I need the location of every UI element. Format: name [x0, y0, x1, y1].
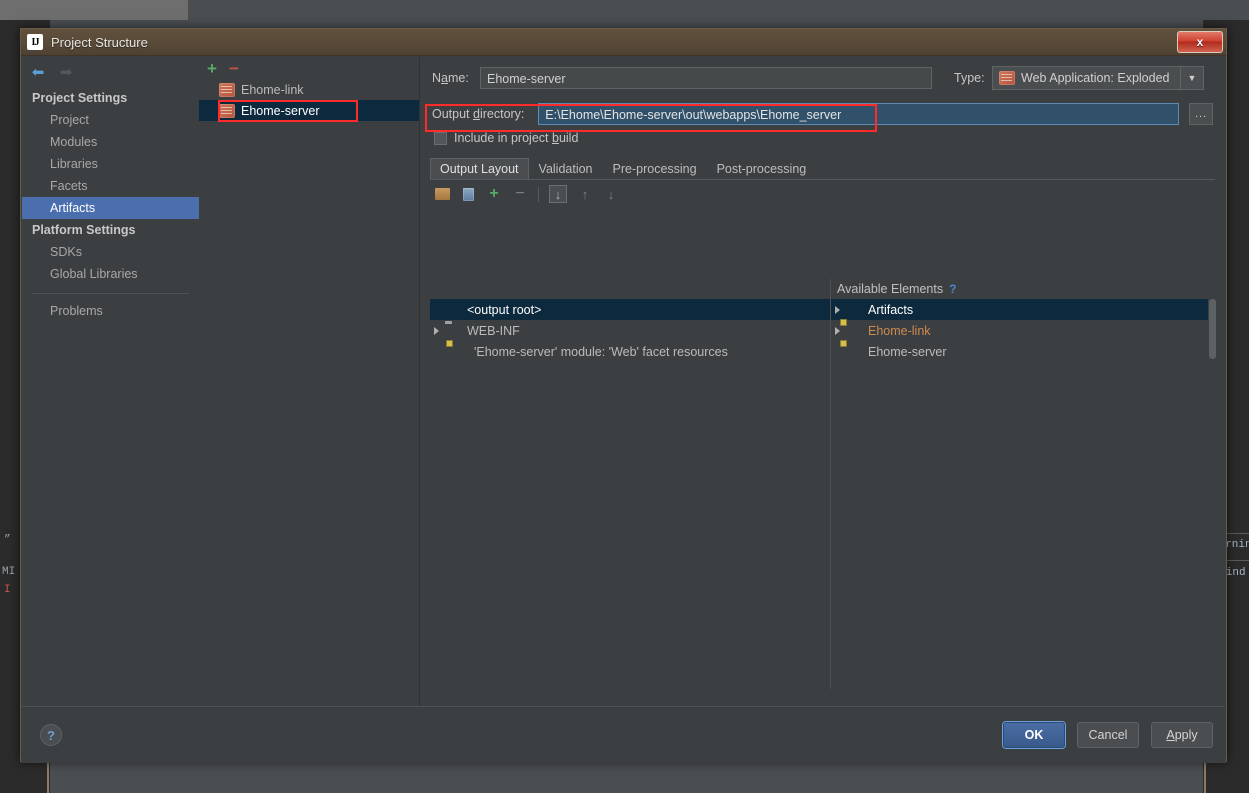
chevron-right-icon[interactable]	[835, 326, 840, 335]
dialog-titlebar[interactable]: IJ Project Structure x	[21, 29, 1226, 56]
available-elements-title: Available Elements	[837, 282, 944, 296]
background-toolbar	[0, 0, 188, 20]
war-artifact-icon	[999, 71, 1015, 85]
output-tree-label: WEB-INF	[467, 323, 520, 338]
tab-post-processing[interactable]: Post-processing	[707, 158, 817, 179]
add-element-icon[interactable]: +	[486, 185, 502, 202]
output-layout-toolbar: + − ↓ ↑ ↓	[430, 182, 1215, 206]
output-directory-row: Output directory: E:\Ehome\Ehome-server\…	[420, 101, 1225, 127]
artifact-name-input[interactable]: Ehome-server	[480, 67, 932, 89]
artifacts-list-panel: + − Ehome-link Ehome-server	[199, 57, 420, 735]
war-artifact-icon	[219, 82, 235, 97]
background-left-line-1: MI	[2, 566, 16, 578]
tab-validation[interactable]: Validation	[529, 158, 603, 179]
artifact-detail-pane: Name: Ehome-server Type: Web Application…	[420, 57, 1225, 735]
arrow-right-icon[interactable]: ➡	[58, 64, 74, 80]
output-directory-input[interactable]: E:\Ehome\Ehome-server\out\webapps\Ehome_…	[538, 103, 1180, 125]
artifact-tabs: Output Layout Validation Pre-processing …	[430, 157, 1215, 180]
cancel-button[interactable]: Cancel	[1077, 722, 1139, 748]
available-row-label: Ehome-server	[868, 344, 947, 359]
remove-artifact-button[interactable]: −	[229, 60, 239, 77]
remove-element-icon[interactable]: −	[512, 185, 528, 202]
output-tree-label: <output root>	[467, 302, 542, 317]
available-row-label: Ehome-link	[868, 323, 931, 338]
dialog-footer: ? OK Cancel Apply	[22, 706, 1225, 763]
close-icon[interactable]: x	[1177, 31, 1223, 53]
sidebar-item-global-libraries[interactable]: Global Libraries	[22, 263, 199, 285]
output-tree-header-spacer	[430, 279, 830, 299]
ok-button[interactable]: OK	[1003, 722, 1065, 748]
apply-button[interactable]: Apply	[1151, 722, 1213, 748]
artifact-type-value: Web Application: Exploded	[1021, 71, 1170, 85]
output-tree-label: 'Ehome-server' module: 'Web' facet resou…	[474, 344, 728, 359]
available-elements-header: Available Elements ?	[831, 279, 1217, 299]
available-row-ehome-link[interactable]: Ehome-link	[831, 320, 1217, 341]
sidebar-item-libraries[interactable]: Libraries	[22, 153, 199, 175]
add-directory-icon[interactable]	[434, 186, 450, 202]
war-artifact-icon	[219, 103, 235, 118]
scrollbar-thumb[interactable]	[1209, 299, 1216, 359]
sidebar-divider	[32, 293, 189, 294]
project-structure-dialog: IJ Project Structure x ⬅ ➡ Project Setti…	[20, 28, 1227, 763]
tab-output-layout[interactable]: Output Layout	[430, 158, 529, 179]
artifact-list-item-ehome-server[interactable]: Ehome-server	[199, 100, 419, 121]
sidebar-group-platform-settings: Platform Settings	[32, 223, 136, 237]
help-button[interactable]: ?	[40, 724, 62, 746]
artifact-item-label: Ehome-link	[241, 82, 304, 97]
dialog-body: ⬅ ➡ Project Settings Project Modules Lib…	[21, 56, 1226, 763]
background-left-line-0: ”	[4, 534, 11, 546]
available-elements-panel: Available Elements ? Artifacts Ehome-lin…	[831, 279, 1217, 689]
available-row-ehome-server[interactable]: Ehome-server	[831, 341, 1217, 362]
settings-sidebar: ⬅ ➡ Project Settings Project Modules Lib…	[22, 57, 200, 735]
output-layout-tree: <output root> WEB-INF 'Ehome-server' mod…	[430, 279, 831, 689]
move-down-icon[interactable]: ↓	[603, 186, 619, 202]
artifact-list-item-ehome-link[interactable]: Ehome-link	[199, 79, 419, 100]
name-label: Name:	[432, 71, 469, 85]
artifacts-toolbar: + −	[199, 57, 419, 79]
chevron-down-icon[interactable]: ▼	[1180, 67, 1203, 89]
output-directory-label: Output directory:	[432, 107, 525, 121]
available-row-label: Artifacts	[868, 302, 914, 317]
sidebar-item-facets[interactable]: Facets	[22, 175, 199, 197]
tab-pre-processing[interactable]: Pre-processing	[603, 158, 707, 179]
output-tree-row-output-root[interactable]: <output root>	[430, 299, 830, 320]
name-type-row: Name: Ehome-server Type: Web Application…	[420, 63, 1225, 93]
include-in-build-label: Include in project build	[454, 131, 579, 145]
sidebar-item-artifacts[interactable]: Artifacts	[22, 197, 199, 219]
sidebar-nav-arrows: ⬅ ➡	[22, 57, 199, 87]
sidebar-item-project[interactable]: Project	[22, 109, 199, 131]
artifact-item-label: Ehome-server	[241, 103, 320, 118]
sidebar-item-sdks[interactable]: SDKs	[22, 241, 199, 263]
sort-icon[interactable]: ↓	[549, 185, 567, 203]
chevron-right-icon[interactable]	[434, 326, 439, 335]
help-question-icon[interactable]: ?	[949, 282, 956, 296]
available-elements-scrollbar[interactable]	[1208, 299, 1217, 689]
background-left-line-2: I	[4, 584, 11, 596]
include-in-build-checkbox[interactable]	[434, 131, 447, 145]
available-row-artifacts[interactable]: Artifacts	[831, 299, 1217, 320]
arrow-left-icon[interactable]: ⬅	[30, 64, 46, 80]
type-label: Type:	[954, 71, 985, 85]
move-up-icon[interactable]: ↑	[577, 186, 593, 202]
toolbar-separator	[538, 186, 539, 202]
output-tree-row-web-inf[interactable]: WEB-INF	[430, 320, 830, 341]
add-artifact-button[interactable]: +	[207, 60, 217, 77]
add-archive-icon[interactable]	[460, 186, 476, 202]
browse-output-directory-button[interactable]: ...	[1189, 103, 1213, 125]
artifact-type-dropdown[interactable]: Web Application: Exploded ▼	[992, 66, 1204, 90]
layout-panes: <output root> WEB-INF 'Ehome-server' mod…	[430, 279, 1217, 689]
include-in-build-row: Include in project build	[420, 131, 1225, 145]
chevron-right-icon[interactable]	[835, 305, 840, 314]
dialog-title: Project Structure	[51, 34, 148, 50]
sidebar-group-project-settings: Project Settings	[32, 91, 128, 105]
output-tree-row-web-facet-resources[interactable]: 'Ehome-server' module: 'Web' facet resou…	[430, 341, 830, 362]
sidebar-item-modules[interactable]: Modules	[22, 131, 199, 153]
intellij-idea-icon: IJ	[27, 34, 43, 50]
sidebar-item-problems[interactable]: Problems	[22, 300, 199, 322]
